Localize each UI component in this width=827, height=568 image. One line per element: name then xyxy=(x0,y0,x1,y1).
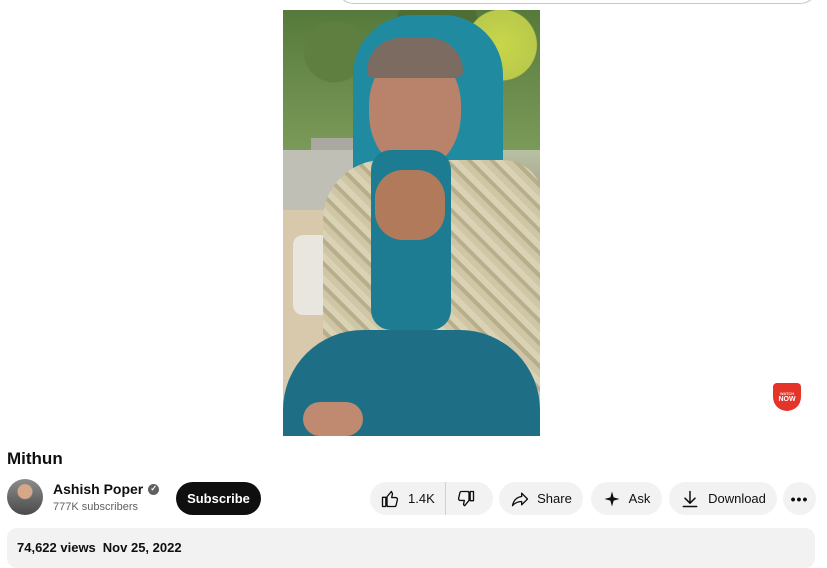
search-bar[interactable] xyxy=(336,0,818,4)
video-title: Mithun xyxy=(7,449,63,468)
view-count: 74,622 views xyxy=(17,540,96,555)
download-arrow-icon xyxy=(680,489,700,509)
badge-top-text: WATCH xyxy=(779,390,795,396)
channel-avatar[interactable] xyxy=(7,479,43,515)
subscribe-button[interactable]: Subscribe xyxy=(176,482,261,515)
download-label: Download xyxy=(708,491,766,506)
more-actions-button[interactable]: ••• xyxy=(783,482,816,515)
upload-date: Nov 25, 2022 xyxy=(102,540,182,555)
download-button[interactable]: Download xyxy=(669,482,777,515)
verified-check-icon: ✓ xyxy=(148,483,160,495)
like-button[interactable]: 1.4K xyxy=(370,482,446,515)
video-player[interactable] xyxy=(283,10,540,436)
subscriber-count: 777K subscribers xyxy=(53,501,138,513)
share-label: Share xyxy=(537,491,572,506)
dislike-button[interactable] xyxy=(446,482,486,515)
video-person-hands xyxy=(375,170,445,240)
channel-name-link[interactable]: Ashish Poper ✓ xyxy=(53,481,160,497)
more-dots-icon: ••• xyxy=(790,490,809,507)
video-person-hair xyxy=(367,38,463,78)
share-arrow-icon xyxy=(510,489,530,509)
channel-name: Ashish Poper xyxy=(53,481,144,497)
sparkle-icon xyxy=(603,490,621,508)
thumbs-up-icon xyxy=(380,489,400,509)
share-button[interactable]: Share xyxy=(499,482,583,515)
video-person-feet xyxy=(303,402,363,436)
description-meta: 74,622 views Nov 25, 2022 xyxy=(17,540,182,555)
like-dislike-bar: 1.4K xyxy=(370,482,493,515)
like-count: 1.4K xyxy=(408,491,435,506)
description-box[interactable]: 74,622 views Nov 25, 2022 xyxy=(7,528,815,568)
now-badge-icon[interactable]: WATCH NOW xyxy=(773,383,801,411)
badge-main-text: NOW xyxy=(778,395,796,403)
ask-button[interactable]: Ask xyxy=(591,482,662,515)
ask-label: Ask xyxy=(628,491,651,506)
thumbs-down-icon xyxy=(456,489,476,509)
